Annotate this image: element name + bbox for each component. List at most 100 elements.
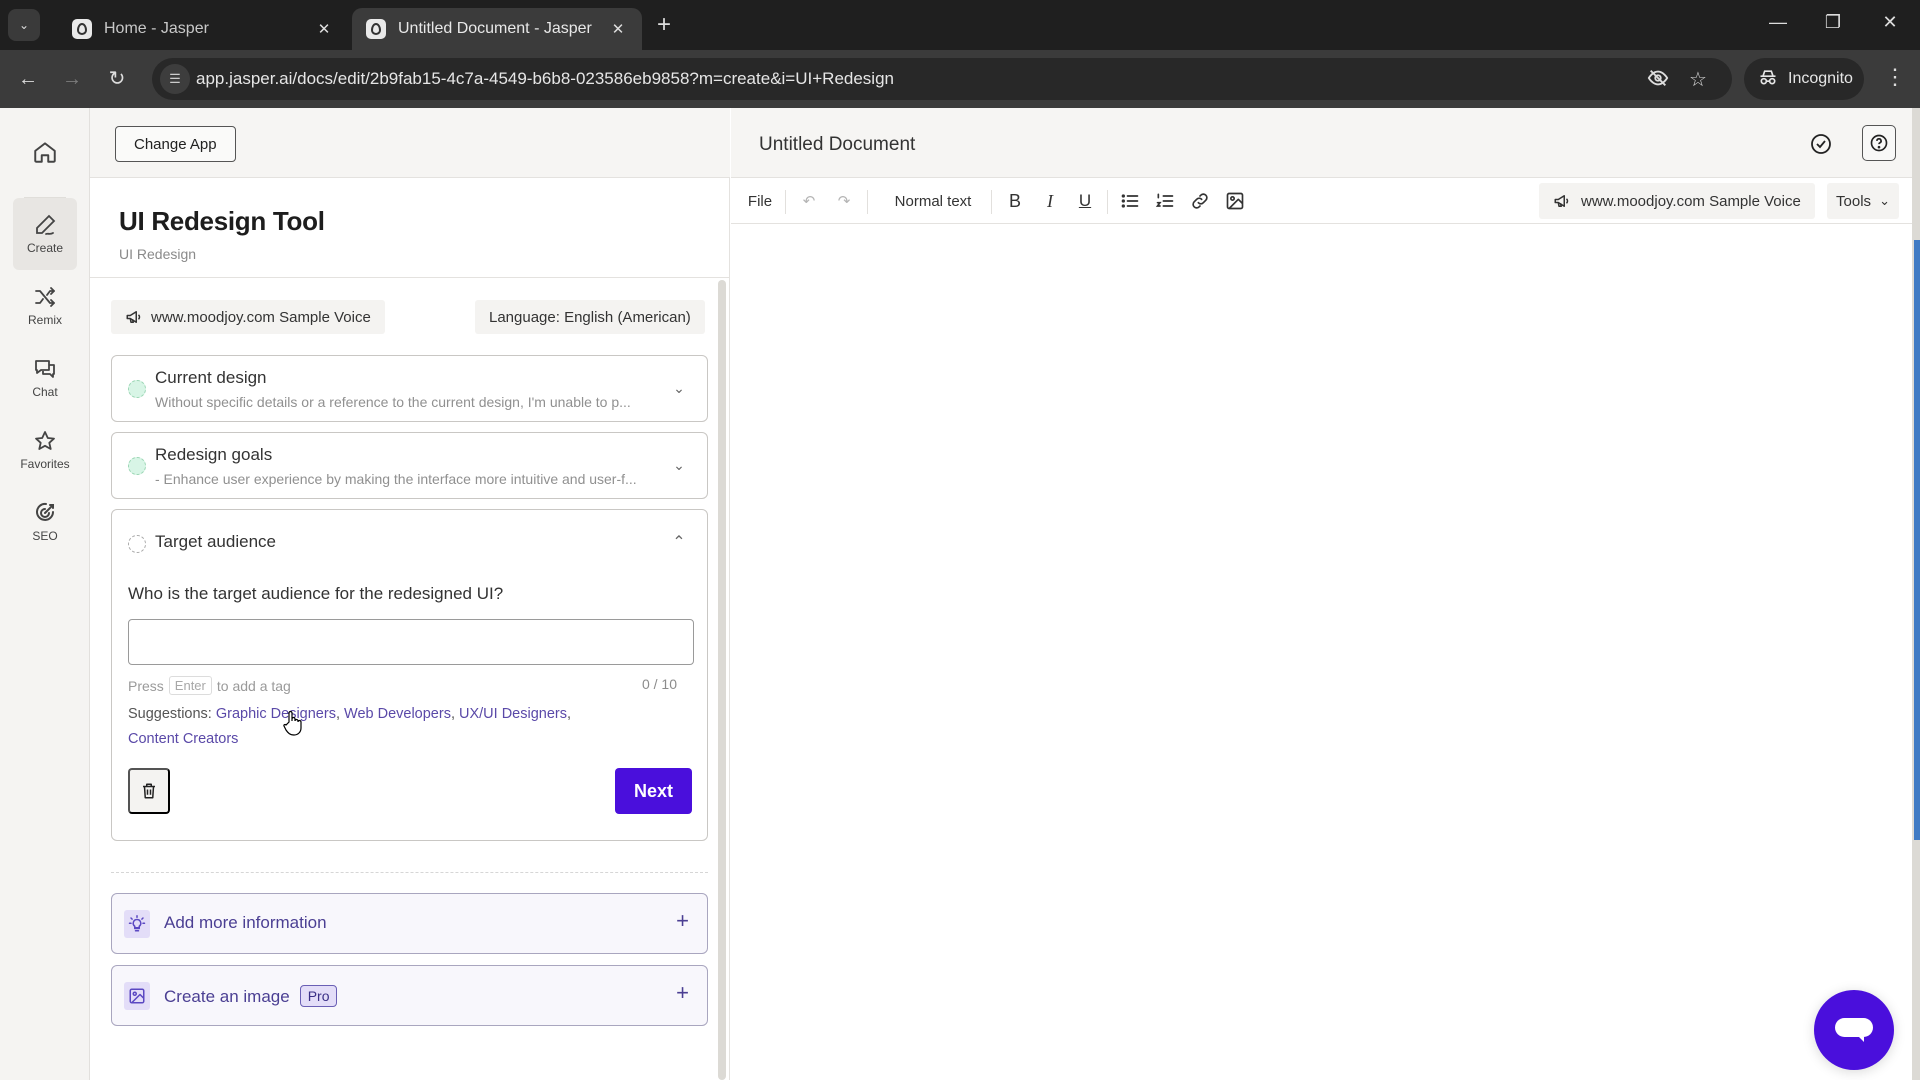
section-description: - Enhance user experience by making the … xyxy=(155,471,637,487)
section-description: Without specific details or a reference … xyxy=(155,394,631,410)
status-complete-icon xyxy=(128,380,146,398)
check-circle-icon[interactable] xyxy=(1809,132,1833,156)
tool-panel-scrollbar[interactable] xyxy=(718,280,726,1080)
star-icon xyxy=(35,431,55,450)
tool-subtitle: UI Redesign xyxy=(119,246,197,262)
enter-key-hint: Enter xyxy=(168,676,212,695)
chevron-up-icon[interactable]: ⌃ xyxy=(669,532,689,552)
home-icon xyxy=(34,142,56,163)
dashed-divider xyxy=(111,872,708,873)
extra-label-text: Create an image xyxy=(164,987,290,1006)
tool-title: UI Redesign Tool xyxy=(119,206,325,236)
incognito-badge[interactable]: Incognito xyxy=(1744,58,1864,100)
brand-voice-chip[interactable]: www.moodjoy.com Sample Voice xyxy=(111,300,385,334)
close-tab-icon[interactable]: ✕ xyxy=(608,20,628,38)
jasper-favicon-icon xyxy=(366,19,386,39)
reload-icon[interactable]: ↻ xyxy=(103,65,131,93)
bold-icon[interactable]: B xyxy=(1001,187,1029,215)
section-current-design[interactable]: Current design Without specific details … xyxy=(111,355,708,422)
help-button[interactable] xyxy=(1862,125,1896,161)
underline-icon[interactable]: U xyxy=(1071,187,1099,215)
close-tab-icon[interactable]: ✕ xyxy=(314,20,334,38)
nav-item-create[interactable]: Create xyxy=(13,198,77,270)
section-redesign-goals[interactable]: Redesign goals - Enhance user experience… xyxy=(111,432,708,499)
tool-title-block: UI Redesign Tool UI Redesign xyxy=(90,178,730,278)
section-title[interactable]: Target audience xyxy=(155,532,276,552)
chevron-down-icon[interactable]: ⌄ xyxy=(669,457,689,477)
create-image-button[interactable]: Create an image Pro + xyxy=(111,965,708,1026)
url-text[interactable]: app.jasper.ai/docs/edit/2b9fab15-4c7a-45… xyxy=(196,69,894,89)
shuffle-icon xyxy=(35,287,55,307)
suggestion-link[interactable]: Web Developers xyxy=(344,706,451,722)
forward-arrow-icon[interactable]: → xyxy=(58,65,86,93)
plus-icon: + xyxy=(676,980,689,1005)
italic-icon[interactable]: I xyxy=(1036,187,1064,215)
add-more-information-button[interactable]: Add more information + xyxy=(111,893,708,954)
bullet-list-icon[interactable] xyxy=(1116,187,1144,215)
section-target-audience: Target audience ⌃ Who is the target audi… xyxy=(111,509,708,841)
close-window-icon[interactable]: ✕ xyxy=(1875,12,1905,33)
left-nav: Create Remix Chat Favorites SEO xyxy=(0,108,90,1080)
chat-support-button[interactable] xyxy=(1814,990,1894,1070)
megaphone-icon xyxy=(126,311,141,323)
tab-title: Untitled Document - Jasper xyxy=(398,20,592,37)
insert-image-icon[interactable] xyxy=(1221,187,1249,215)
restore-window-icon[interactable]: ❐ xyxy=(1818,12,1848,33)
text-style-dropdown[interactable]: Normal text xyxy=(883,187,983,215)
suggestion-link[interactable]: Content Creators xyxy=(128,731,238,747)
chevron-down-icon[interactable]: ⌄ xyxy=(669,380,689,400)
tools-dropdown[interactable]: Tools ⌄ xyxy=(1827,183,1899,219)
bookmark-star-icon[interactable]: ☆ xyxy=(1689,67,1707,92)
trash-icon xyxy=(143,783,155,799)
back-arrow-icon[interactable]: ← xyxy=(14,65,42,93)
site-info-icon[interactable]: ☰ xyxy=(160,64,190,94)
delete-button[interactable] xyxy=(128,768,170,814)
document-title[interactable]: Untitled Document xyxy=(759,134,915,156)
undo-icon[interactable]: ↶ xyxy=(795,187,823,215)
hint-suffix: to add a tag xyxy=(216,677,291,694)
target-icon xyxy=(36,502,54,521)
suggestion-link[interactable]: UX/UI Designers xyxy=(459,706,567,722)
nav-item-seo[interactable]: SEO xyxy=(13,486,77,558)
link-icon[interactable] xyxy=(1186,187,1214,215)
browser-tab-home[interactable]: Home - Jasper ✕ xyxy=(58,8,348,50)
home-button[interactable] xyxy=(25,132,65,172)
jasper-app: Create Remix Chat Favorites SEO Change A… xyxy=(0,108,1920,1080)
numbered-list-icon[interactable] xyxy=(1151,187,1179,215)
target-audience-input[interactable] xyxy=(128,619,694,665)
language-chip[interactable]: Language: English (American) xyxy=(475,300,705,334)
chat-bubble-icon xyxy=(1835,1018,1873,1042)
change-app-button[interactable]: Change App xyxy=(115,126,236,162)
toolbar-divider xyxy=(867,190,868,214)
tab-search-button[interactable]: ⌄ xyxy=(8,9,40,41)
document-body[interactable] xyxy=(731,225,1912,1080)
suggestions-label: Suggestions: xyxy=(128,706,212,722)
brand-voice-label: www.moodjoy.com Sample Voice xyxy=(1581,192,1801,210)
browser-tab-document[interactable]: Untitled Document - Jasper ✕ xyxy=(352,8,642,50)
next-button[interactable]: Next xyxy=(615,768,692,814)
editor-brand-voice-chip[interactable]: www.moodjoy.com Sample Voice xyxy=(1539,183,1815,219)
eye-slash-icon[interactable] xyxy=(1647,67,1669,95)
extra-label: Create an image Pro xyxy=(164,985,338,1007)
lightbulb-icon xyxy=(124,910,150,938)
new-tab-button[interactable]: + xyxy=(650,11,678,39)
redo-icon[interactable]: ↷ xyxy=(830,187,858,215)
chat-bubbles-icon xyxy=(35,360,55,378)
tag-counter: 0 / 10 xyxy=(641,676,677,692)
incognito-icon xyxy=(1758,67,1778,92)
browser-menu-icon[interactable]: ⋮ xyxy=(1884,64,1906,90)
file-menu[interactable]: File xyxy=(745,187,775,215)
nav-item-remix[interactable]: Remix xyxy=(13,270,77,342)
minimize-window-icon[interactable]: — xyxy=(1763,12,1793,33)
suggestion-link[interactable]: Graphic Designers xyxy=(216,706,336,722)
nav-item-label: Favorites xyxy=(20,457,70,471)
nav-item-chat[interactable]: Chat xyxy=(13,342,77,414)
tools-label: Tools xyxy=(1836,192,1872,210)
megaphone-icon xyxy=(1554,195,1569,207)
editor-header: Untitled Document xyxy=(731,108,1912,178)
nav-item-label: Create xyxy=(26,241,64,255)
editor-scrollbar-thumb[interactable] xyxy=(1914,240,1920,840)
omnibox[interactable]: ☰ app.jasper.ai/docs/edit/2b9fab15-4c7a-… xyxy=(152,58,1732,100)
plus-icon: + xyxy=(676,908,689,933)
nav-item-favorites[interactable]: Favorites xyxy=(13,414,77,486)
